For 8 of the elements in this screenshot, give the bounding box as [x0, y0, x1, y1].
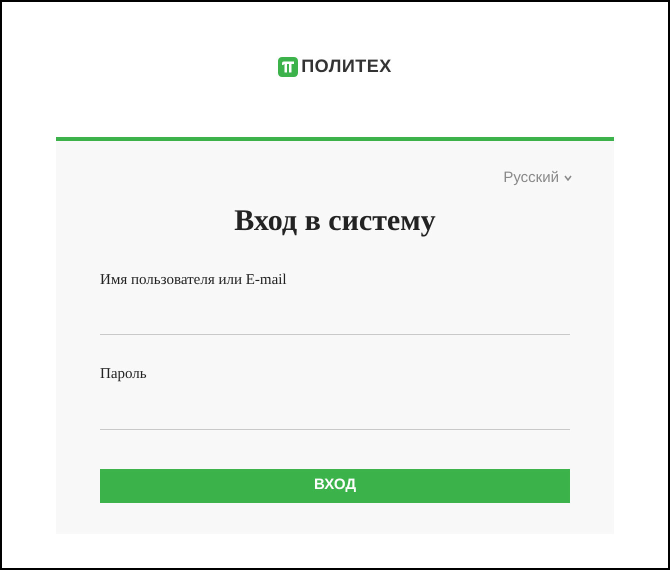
logo-text: ПОЛИТЕХ — [301, 55, 392, 78]
chevron-down-icon — [564, 175, 572, 182]
login-button[interactable]: ВХОД — [100, 468, 570, 502]
field-label: Пароль — [100, 365, 148, 384]
logo-icon — [278, 56, 298, 76]
language-dropdown[interactable]: Русский — [503, 167, 572, 190]
page-title: Вход в систему — [234, 202, 436, 238]
field-label: Имя пользователя или E-mail — [100, 270, 288, 290]
